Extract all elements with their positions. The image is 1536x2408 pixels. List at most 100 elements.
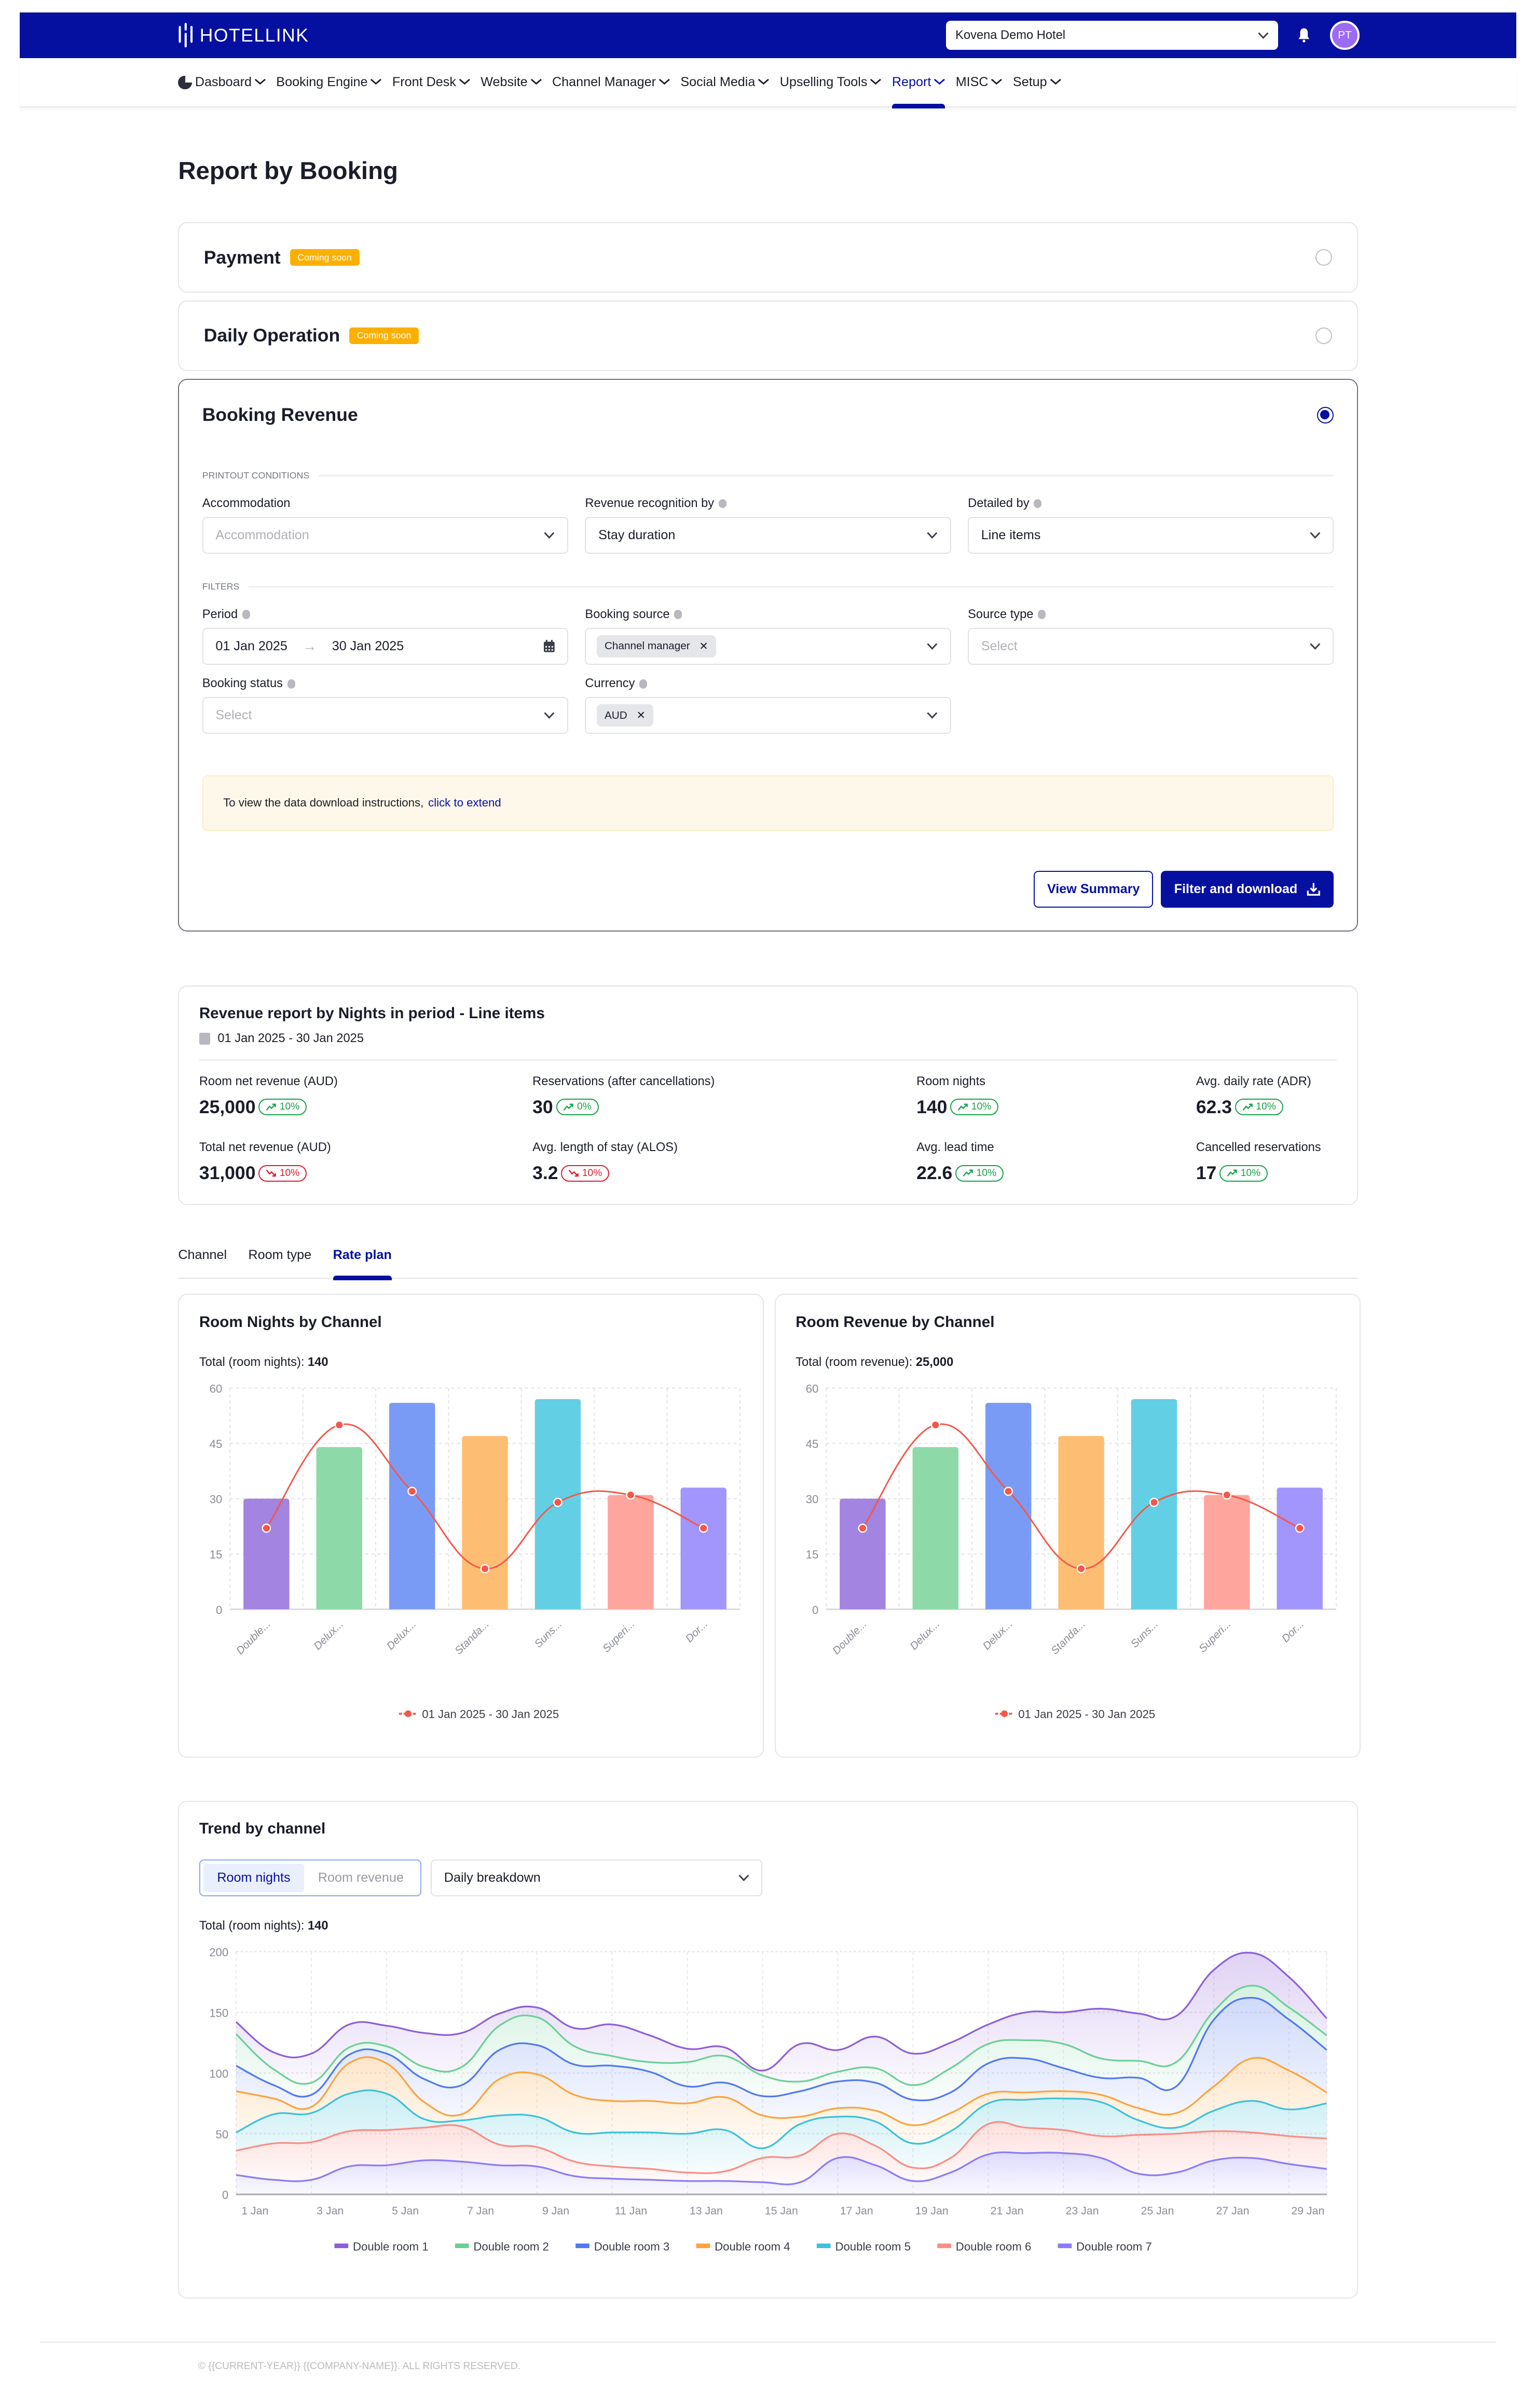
report-option-daily-operation[interactable]: Daily Operation Coming soon <box>178 300 1358 372</box>
click-to-extend-link[interactable]: click to extend <box>428 796 501 810</box>
bar[interactable] <box>462 1435 508 1609</box>
y-tick-label: 0 <box>216 1604 222 1617</box>
y-tick-label: 30 <box>210 1493 223 1506</box>
kpi-label: Avg. daily rate (ADR) <box>1196 1075 1311 1089</box>
room-nights-toggle[interactable]: Room nights <box>203 1863 305 1893</box>
tab-room-type[interactable]: Room type <box>249 1248 312 1278</box>
nav-item-front-desk[interactable]: Front Desk <box>392 58 470 107</box>
remove-tag-icon[interactable]: ✕ <box>699 640 708 653</box>
legend-item[interactable]: Double room 2 <box>455 2240 549 2253</box>
line-point[interactable] <box>553 1497 563 1507</box>
revenue-summary-card: Revenue report by Nights in period - Lin… <box>178 985 1358 1205</box>
bar[interactable] <box>985 1402 1032 1609</box>
report-option-radio[interactable] <box>1315 249 1333 266</box>
bar[interactable] <box>607 1495 654 1609</box>
line-point[interactable] <box>1149 1497 1159 1507</box>
bar[interactable] <box>840 1498 886 1609</box>
booking-status-select[interactable]: Select <box>202 697 568 734</box>
line-point[interactable] <box>858 1523 868 1533</box>
report-option-payment[interactable]: Payment Coming soon <box>178 222 1358 293</box>
filter-and-download-button[interactable]: Filter and download <box>1160 870 1334 908</box>
nav-item-upselling-tools[interactable]: Upselling Tools <box>780 58 882 107</box>
period-end-date[interactable]: 30 Jan 2025 <box>332 639 404 654</box>
line-point[interactable] <box>334 1420 344 1430</box>
line-point[interactable] <box>1222 1490 1232 1500</box>
legend-item[interactable]: Double room 7 <box>1058 2240 1152 2253</box>
revenue-recognition-value: Stay duration <box>598 527 676 542</box>
nav-item-report[interactable]: Report <box>892 58 945 109</box>
tab-channel[interactable]: Channel <box>178 1248 227 1278</box>
legend-item[interactable]: Double room 4 <box>696 2240 790 2253</box>
currency-multiselect[interactable]: AUD ✕ <box>585 697 951 734</box>
detailed-by-select[interactable]: Line items <box>968 516 1334 554</box>
nav-item-social-media[interactable]: Social Media <box>680 58 770 107</box>
line-point[interactable] <box>1076 1564 1086 1574</box>
legend-item[interactable]: Double room 3 <box>575 2240 669 2253</box>
bell-icon <box>1298 28 1310 43</box>
report-option-radio[interactable] <box>1315 327 1333 345</box>
view-summary-button[interactable]: View Summary <box>1034 870 1154 908</box>
line-point[interactable] <box>931 1420 940 1430</box>
chevron-down-icon <box>738 1875 749 1882</box>
line-point[interactable] <box>407 1486 417 1496</box>
nav-item-setup[interactable]: Setup <box>1013 58 1061 107</box>
remove-tag-icon[interactable]: ✕ <box>636 709 645 722</box>
bar[interactable] <box>243 1498 290 1609</box>
currency-field: Currency AUD ✕ <box>585 677 951 734</box>
bar[interactable] <box>1204 1495 1250 1609</box>
accommodation-select[interactable]: Accommodation <box>202 516 568 554</box>
line-point[interactable] <box>1295 1523 1305 1533</box>
line-point[interactable] <box>626 1490 636 1500</box>
user-avatar[interactable]: PT <box>1330 20 1360 50</box>
breakdown-select[interactable]: Daily breakdown <box>431 1859 763 1896</box>
info-icon[interactable] <box>287 679 295 689</box>
bar[interactable] <box>1277 1487 1323 1609</box>
bar[interactable] <box>389 1402 435 1609</box>
download-instructions-notice: To view the data download instructions, … <box>202 775 1334 831</box>
info-icon[interactable] <box>242 610 250 620</box>
legend-item[interactable]: Double room 6 <box>937 2240 1031 2253</box>
nav-item-label: Dasboard <box>195 75 252 90</box>
info-icon[interactable] <box>1034 499 1042 509</box>
legend-item[interactable]: 01 Jan 2025 - 30 Jan 2025 <box>995 1707 1155 1720</box>
top-bar: HOTELLINK Kovena Demo Hotel PT <box>20 12 1516 59</box>
nav-item-website[interactable]: Website <box>481 58 542 107</box>
kpi-delta-badge: 10% <box>1235 1099 1283 1116</box>
nav-item-booking-engine[interactable]: Booking Engine <box>276 58 382 107</box>
kpi-value: 25,000 <box>199 1096 256 1117</box>
x-tick-label: Standa... <box>452 1618 491 1657</box>
bar[interactable] <box>316 1447 362 1609</box>
nav-item-misc[interactable]: MISC <box>956 58 1003 107</box>
room-revenue-toggle[interactable]: Room revenue <box>304 1864 417 1892</box>
source-type-select[interactable]: Select <box>968 627 1334 665</box>
legend-item[interactable]: Double room 1 <box>334 2240 428 2253</box>
period-start-date[interactable]: 01 Jan 2025 <box>215 639 287 654</box>
line-point[interactable] <box>480 1564 490 1574</box>
nav-item-channel-manager[interactable]: Channel Manager <box>552 58 670 107</box>
info-icon[interactable] <box>1038 610 1046 620</box>
notifications-button[interactable] <box>1296 28 1312 43</box>
legend-item[interactable]: 01 Jan 2025 - 30 Jan 2025 <box>399 1707 559 1720</box>
report-option-radio-selected[interactable] <box>1316 406 1334 424</box>
legend-label: Double room 3 <box>594 2240 670 2253</box>
info-icon[interactable] <box>639 679 648 689</box>
info-icon[interactable] <box>719 499 726 509</box>
nav-item-label: Website <box>481 75 528 90</box>
line-point[interactable] <box>1004 1486 1013 1496</box>
line-point[interactable] <box>262 1523 271 1533</box>
period-date-range-picker[interactable]: 01 Jan 2025 → 30 Jan 2025 <box>202 627 568 665</box>
tab-rate-plan[interactable]: Rate plan <box>333 1248 392 1280</box>
chevron-down-icon <box>934 79 945 85</box>
bar[interactable] <box>680 1487 726 1609</box>
revenue-recognition-select[interactable]: Stay duration <box>585 516 951 554</box>
booking-source-multiselect[interactable]: Channel manager ✕ <box>585 627 951 665</box>
brand-logo[interactable]: HOTELLINK <box>178 23 309 48</box>
legend-item[interactable]: Double room 5 <box>816 2240 911 2253</box>
bar[interactable] <box>912 1447 959 1609</box>
nav-item-dasboard[interactable]: Dasboard <box>178 58 266 107</box>
line-point[interactable] <box>698 1523 708 1533</box>
bar[interactable] <box>1058 1435 1105 1609</box>
kpi-label: Avg. lead time <box>916 1141 994 1155</box>
info-icon[interactable] <box>674 610 682 620</box>
hotel-selector[interactable]: Kovena Demo Hotel <box>946 20 1278 50</box>
